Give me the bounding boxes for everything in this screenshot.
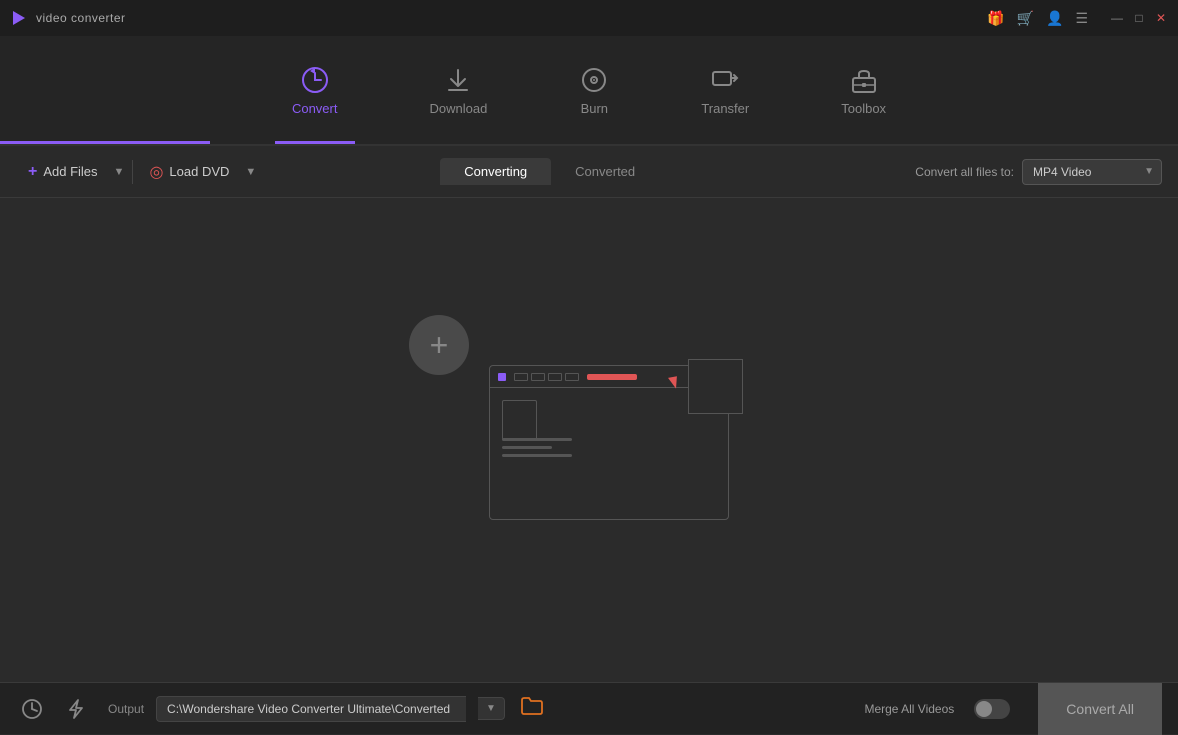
speed-icon-button[interactable] [60,693,92,725]
browser-lines [502,438,572,462]
nav-label-convert: Convert [292,101,338,116]
output-path-dropdown-button[interactable]: ▼ [478,697,505,720]
history-icon-button[interactable] [16,693,48,725]
output-label: Output [108,702,144,716]
browser-line-3 [502,454,572,457]
browser-dot-purple [498,373,506,381]
cart-icon[interactable]: 🛒 [1017,10,1034,27]
browser-dot-sm-1 [514,373,528,381]
tab-converting[interactable]: Converting [440,158,551,185]
dvd-icon: ◎ [149,162,163,182]
burn-icon [579,65,609,95]
nav-item-download[interactable]: Download [413,57,503,124]
add-files-button[interactable]: + Add Files [16,157,110,187]
browser-window [489,365,729,520]
folder-icon [521,697,543,715]
window-controls: — □ ✕ [1110,11,1168,25]
browser-dot-sm-3 [548,373,562,381]
nav-item-convert[interactable]: Convert [276,57,354,124]
app-logo-icon [10,9,28,27]
transfer-icon [710,65,740,95]
add-files-dropdown-button[interactable]: ▼ [110,162,129,182]
load-dvd-label: Load DVD [169,164,229,179]
output-path-input[interactable] [156,696,466,722]
add-files-circle-button[interactable]: + [409,315,469,375]
empty-state: + [439,345,739,535]
titlebar: video converter 🎁 🛒 👤 ☰ — □ ✕ [0,0,1178,36]
add-files-label: Add Files [43,164,97,179]
nav-label-toolbox: Toolbox [841,101,886,116]
gift-icon[interactable]: 🎁 [987,10,1004,27]
merge-all-videos-label: Merge All Videos [864,702,954,716]
browser-dot-sm-4 [565,373,579,381]
cursor-icon [668,376,679,389]
app-title: video converter [36,11,126,25]
load-dvd-button[interactable]: ◎ Load DVD [137,156,241,188]
plus-icon: + [28,163,37,181]
load-dvd-dropdown-button[interactable]: ▼ [241,162,260,182]
toggle-knob [976,701,992,717]
open-folder-button[interactable] [521,697,543,720]
toolbox-icon [849,65,879,95]
nav-label-transfer: Transfer [701,101,749,116]
merge-toggle[interactable] [974,699,1010,719]
tab-area: Converting Converted [440,158,659,185]
convert-all-files-label: Convert all files to: [915,165,1014,179]
navbar: Convert Download Burn Transfer Toolb [0,36,1178,146]
browser-title-dots [514,373,579,381]
browser-illustration [489,365,739,535]
format-selector-wrapper: MP4 Video MKV Video AVI Video MOV Video … [1022,159,1162,185]
download-icon [443,65,473,95]
titlebar-left: video converter [10,9,126,27]
close-button[interactable]: ✕ [1154,11,1168,25]
separator [132,160,133,184]
titlebar-right: 🎁 🛒 👤 ☰ — □ ✕ [987,10,1168,27]
nav-label-download: Download [429,101,487,116]
nav-label-burn: Burn [581,101,608,116]
minimize-button[interactable]: — [1110,11,1124,25]
maximize-button[interactable]: □ [1132,11,1146,25]
browser-dot-sm-2 [531,373,545,381]
browser-body [490,388,728,404]
bottombar: Output ▼ Merge All Videos Convert All [0,682,1178,734]
overlay-window [688,359,743,414]
browser-line-1 [502,438,572,441]
nav-active-indicator [0,141,210,144]
toolbar: + Add Files ▼ ◎ Load DVD ▼ Converting Co… [0,146,1178,198]
browser-address-bar [587,374,637,380]
menu-icon[interactable]: ☰ [1075,10,1088,27]
main-content: + [0,198,1178,682]
clock-icon [21,698,43,720]
nav-item-toolbox[interactable]: Toolbox [825,57,902,124]
browser-line-2 [502,446,552,449]
convert-icon [300,65,330,95]
browser-file-icon [502,400,537,440]
plus-circle-icon: + [430,327,449,364]
convert-all-button[interactable]: Convert All [1038,683,1162,735]
tab-converted[interactable]: Converted [551,158,659,185]
lightning-icon [66,698,86,720]
nav-item-burn[interactable]: Burn [563,57,625,124]
user-icon[interactable]: 👤 [1046,10,1063,27]
nav-item-transfer[interactable]: Transfer [685,57,765,124]
format-selector[interactable]: MP4 Video MKV Video AVI Video MOV Video … [1022,159,1162,185]
